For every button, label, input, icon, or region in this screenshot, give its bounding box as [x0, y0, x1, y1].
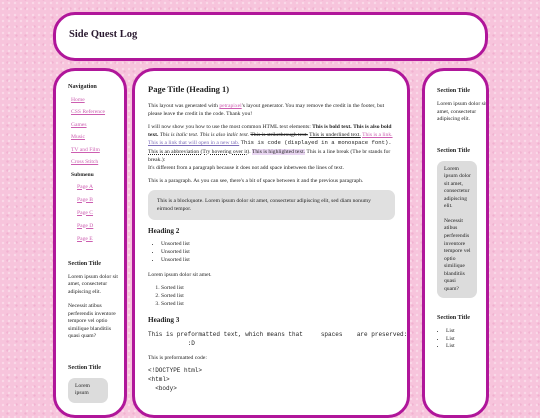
- sorted-list: Sorted list Sorted list Sorted list: [148, 284, 395, 308]
- italic-text-also: This is also italic text.: [199, 132, 250, 139]
- intro-text: This layout was generated with: [148, 103, 220, 109]
- submenu-link-page-d[interactable]: Page D: [77, 223, 93, 229]
- submenu-item: Page D: [77, 223, 124, 229]
- elements-paragraph: I will now show you how to use the most …: [148, 123, 395, 172]
- right-section2-box-text: Necessit atibus perferendis inventore te…: [444, 217, 471, 292]
- nav-item-games: Games: [71, 122, 124, 128]
- heading-2: Heading 2: [148, 227, 180, 236]
- bold-text: This is bold text.: [312, 124, 352, 131]
- submenu-link-page-c[interactable]: Page C: [77, 210, 93, 216]
- new-tab-link[interactable]: This is a link that will open in a new t…: [148, 140, 239, 146]
- nav-list: Home CSS Reference Games Music TV and Fi…: [68, 97, 124, 166]
- site-title: Side Quest Log: [69, 29, 138, 40]
- list-item: List: [446, 343, 486, 350]
- nav-link-home[interactable]: Home: [71, 97, 85, 103]
- right-section3-heading: Section Title: [437, 314, 470, 322]
- left-section-text: Necessit atibus perferendis inventore te…: [68, 303, 116, 340]
- example-link[interactable]: This is a link.: [362, 132, 392, 138]
- list-item: List: [446, 328, 486, 335]
- submenu-item: Page C: [77, 210, 124, 216]
- heading-3: Heading 3: [148, 315, 180, 324]
- list-item: List: [446, 336, 486, 343]
- header: Side Quest Log: [53, 12, 488, 61]
- right-sidebar: Section Title Lorem ipsum dolor sit amet…: [422, 68, 489, 418]
- submenu-link-page-e[interactable]: Page E: [77, 236, 93, 242]
- submenu-label: Submenu: [71, 171, 94, 178]
- submenu-item: Page E: [77, 236, 124, 242]
- left-section-text: Lorem ipsum dolor sit amet, consectetur …: [68, 273, 118, 295]
- nav-link-games[interactable]: Games: [71, 122, 87, 128]
- code-text: This is code (displayed in a monospace f…: [240, 139, 392, 147]
- blockquote: This is a blockquote. Lorem ipsum dolor …: [148, 189, 395, 221]
- submenu-list: Page A Page B Page C Page D Page E: [68, 184, 124, 242]
- left-section2-heading: Section Title: [68, 363, 101, 371]
- nav-link-music[interactable]: Music: [71, 134, 85, 140]
- submenu-link-page-b[interactable]: Page B: [77, 197, 93, 203]
- after-break-text: It's different from a paragraph because …: [148, 164, 344, 171]
- strike-text: This is strikethrough text.: [250, 132, 308, 139]
- nav-link-tv-film[interactable]: TV and Film: [71, 147, 100, 153]
- nav-link-css-reference[interactable]: CSS Reference: [71, 109, 105, 115]
- submenu-item: Page B: [77, 197, 124, 203]
- unsorted-list: Unsorted list Unsorted list Unsorted lis…: [148, 240, 395, 264]
- abbr-text[interactable]: This is an abbreviation (Try hovering ov…: [148, 149, 251, 155]
- paragraph: This is a paragraph. As you can see, the…: [148, 177, 364, 184]
- nav-link-cross-stitch[interactable]: Cross Stitch: [71, 159, 98, 165]
- credit-link[interactable]: petrapixel: [219, 103, 241, 109]
- nav-item-css-reference: CSS Reference: [71, 109, 124, 115]
- italic-text: This is italic text.: [159, 132, 199, 139]
- nav-item-music: Music: [71, 134, 124, 140]
- list-item: Unsorted list: [161, 248, 395, 256]
- right-section2-box-text: Lorem ipsum dolor sit amet, consectetur …: [444, 165, 471, 210]
- submenu-item: Page A: [77, 184, 124, 190]
- list-item: Unsorted list: [161, 256, 395, 264]
- list-item: Sorted list: [161, 292, 395, 300]
- right-section2-heading: Section Title: [437, 146, 470, 154]
- list-item: Sorted list: [161, 284, 395, 292]
- main-content: Page Title (Heading 1) This layout was g…: [132, 68, 410, 418]
- left-section2-box: Lorem ipsum: [68, 377, 108, 403]
- list-item: Sorted list: [161, 300, 395, 308]
- nav-item-tv-film: TV and Film: [71, 147, 124, 153]
- nav-heading: Navigation: [68, 83, 97, 90]
- elements-lead: I will now show you how to use the most …: [148, 124, 313, 131]
- lorem-paragraph: Lorem ipsum dolor sit amet.: [148, 271, 212, 278]
- left-section2-box-text: Lorem ipsum: [75, 382, 90, 397]
- submenu-link-page-a[interactable]: Page A: [77, 184, 93, 190]
- list-item: Unsorted list: [161, 240, 395, 248]
- nav-item-cross-stitch: Cross Stitch: [71, 159, 124, 165]
- left-sidebar: Navigation Home CSS Reference Games Musi…: [53, 68, 127, 418]
- page-title: Page Title (Heading 1): [148, 84, 230, 94]
- code-block: <!DOCTYPE html> <html> <body>: [148, 367, 203, 392]
- right-list: List List List: [437, 328, 486, 350]
- left-section-heading: Section Title: [68, 259, 101, 267]
- right-section1-heading: Section Title: [437, 87, 470, 94]
- intro-paragraph: This layout was generated with petrapixe…: [148, 102, 395, 118]
- preformatted-text: This is preformatted text, which means t…: [148, 330, 408, 347]
- highlight-text: This is highlighted text.: [251, 148, 306, 155]
- right-section1-text: Lorem ipsum dolor sit amet, consectetur …: [437, 101, 487, 123]
- preformatted-code-label: This is preformatted code:: [148, 355, 207, 362]
- nav-item-home: Home: [71, 97, 124, 103]
- underline-text: This is underlined text.: [309, 132, 361, 139]
- right-section2-box: Lorem ipsum dolor sit amet, consectetur …: [437, 160, 477, 299]
